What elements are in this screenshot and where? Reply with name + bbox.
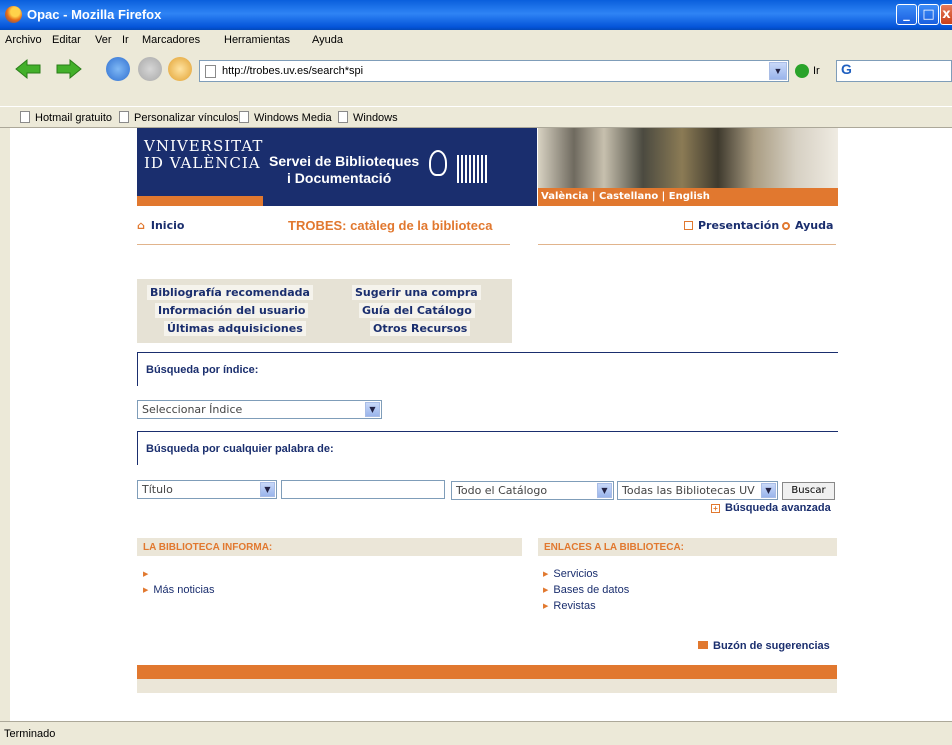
page-icon xyxy=(20,111,30,123)
google-icon: G xyxy=(841,61,852,77)
catalog-select[interactable]: Todo el Catálogo ▼ xyxy=(451,481,614,500)
bullet-icon: ▶ xyxy=(143,571,149,578)
page-icon xyxy=(119,111,129,123)
uv-logo[interactable]: VNIVERSITAT ID VALÈNCIA xyxy=(137,128,263,206)
servicios-link[interactable]: ▶ Servicios xyxy=(543,568,598,580)
presentacion-link[interactable]: Presentación xyxy=(684,219,779,232)
bookmark-windows[interactable]: Windows xyxy=(338,111,398,124)
help-icon xyxy=(782,222,790,230)
firefox-icon xyxy=(5,6,22,23)
status-text: Terminado xyxy=(4,728,56,740)
window-title: Opac - Mozilla Firefox xyxy=(27,7,162,22)
bullet-icon: ▶ xyxy=(543,571,549,578)
guia-link[interactable]: Guía del Catálogo xyxy=(359,303,475,318)
divider xyxy=(538,244,836,245)
page-content: VNIVERSITAT ID VALÈNCIA Servei de Biblio… xyxy=(10,128,952,721)
news-heading: LA BIBLIOTECA INFORMA: xyxy=(137,538,522,556)
forward-button[interactable] xyxy=(55,57,82,81)
maximize-button[interactable]: □ xyxy=(918,4,939,25)
go-button[interactable]: Ir xyxy=(795,64,820,78)
minimize-button[interactable]: _ xyxy=(896,4,917,25)
ultimas-link[interactable]: Últimas adquisiciones xyxy=(164,321,306,336)
news-item: ▶ xyxy=(143,568,153,580)
bookmark-windows-media[interactable]: Windows Media xyxy=(239,111,332,124)
buscar-button[interactable]: Buscar xyxy=(782,482,835,500)
index-select[interactable]: Seleccionar Índice ▼ xyxy=(137,400,382,419)
menu-bar: Archivo Editar Ver Ir Marcadores Herrami… xyxy=(0,30,952,50)
ayuda-link[interactable]: Ayuda xyxy=(782,219,833,232)
address-bar[interactable]: http://trobes.uv.es/search*spi ▼ xyxy=(199,60,789,82)
status-bar: Terminado xyxy=(0,721,952,745)
search-input[interactable]: G xyxy=(836,60,952,82)
header-photo xyxy=(538,128,838,188)
close-button[interactable]: x xyxy=(940,4,952,25)
otros-recursos-link[interactable]: Otros Recursos xyxy=(370,321,471,336)
page-icon xyxy=(205,65,216,78)
sugerir-link[interactable]: Sugerir una compra xyxy=(352,285,481,300)
search-term-input[interactable] xyxy=(281,480,445,499)
advanced-search-link[interactable]: + Búsqueda avanzada xyxy=(711,502,831,514)
menu-archivo[interactable]: Archivo xyxy=(5,34,42,46)
logo-accent-bar xyxy=(137,196,263,206)
language-selector[interactable]: València | Castellano | English xyxy=(538,188,838,206)
revistas-link[interactable]: ▶ Revistas xyxy=(543,600,596,612)
page-title: TROBES: catàleg de la biblioteca xyxy=(288,218,493,233)
more-news-link[interactable]: ▶ Más noticias xyxy=(143,584,215,596)
chevron-down-icon: ▼ xyxy=(260,482,275,497)
library-select[interactable]: Todas las Bibliotecas UV ▼ xyxy=(617,481,778,500)
bookmarks-toolbar: Hotmail gratuito Personalizar vínculos W… xyxy=(0,106,952,128)
sbd-logo[interactable]: Servei de Biblioteques i Documentació xyxy=(263,128,537,206)
bullet-icon: ▶ xyxy=(543,587,549,594)
envelope-icon xyxy=(698,641,708,649)
info-usuario-link[interactable]: Información del usuario xyxy=(155,303,309,318)
inicio-link[interactable]: ⌂ Inicio xyxy=(137,219,184,232)
window-titlebar: Opac - Mozilla Firefox _ □ x xyxy=(0,0,952,30)
chevron-down-icon: ▼ xyxy=(365,402,380,417)
plus-icon: + xyxy=(711,504,720,513)
menu-marcadores[interactable]: Marcadores xyxy=(142,34,200,46)
back-button[interactable] xyxy=(14,57,41,81)
links-heading: ENLACES A LA BIBLIOTECA: xyxy=(538,538,837,556)
home-icon: ⌂ xyxy=(137,219,145,232)
page-icon xyxy=(338,111,348,123)
buzon-link[interactable]: Buzón de sugerencias xyxy=(698,640,830,652)
field-select[interactable]: Título ▼ xyxy=(137,480,277,499)
go-icon xyxy=(795,64,809,78)
menu-ayuda[interactable]: Ayuda xyxy=(312,34,343,46)
menu-ver[interactable]: Ver xyxy=(95,34,112,46)
bookmark-personalizar[interactable]: Personalizar vínculos xyxy=(119,111,239,124)
document-icon xyxy=(684,221,693,230)
chevron-down-icon: ▼ xyxy=(761,483,776,498)
bibliografia-link[interactable]: Bibliografía recomendada xyxy=(147,285,313,300)
bullet-icon: ▶ xyxy=(143,587,149,594)
word-search-label: Búsqueda por cualquier palabra de: xyxy=(146,443,334,455)
index-search-label: Búsqueda por índice: xyxy=(146,364,259,376)
lightbulb-icon xyxy=(429,150,447,176)
stop-button[interactable] xyxy=(138,57,162,81)
chevron-down-icon: ▼ xyxy=(597,483,612,498)
bookmark-hotmail[interactable]: Hotmail gratuito xyxy=(20,111,112,124)
bullet-icon: ▶ xyxy=(543,603,549,610)
reload-button[interactable] xyxy=(106,57,130,81)
url-text: http://trobes.uv.es/search*spi xyxy=(222,65,364,77)
chevron-down-icon[interactable]: ▼ xyxy=(769,62,787,80)
home-button[interactable] xyxy=(168,57,192,81)
footer-bar xyxy=(137,679,837,693)
menu-herramientas[interactable]: Herramientas xyxy=(224,34,290,46)
barcode-icon xyxy=(457,155,489,183)
menu-ir[interactable]: Ir xyxy=(122,34,129,46)
page-icon xyxy=(239,111,249,123)
index-search-section: Búsqueda por índice: xyxy=(137,352,838,386)
footer-bar xyxy=(137,665,837,679)
menu-editar[interactable]: Editar xyxy=(52,34,81,46)
divider xyxy=(137,244,510,245)
quick-links: Bibliografía recomendada Sugerir una com… xyxy=(137,279,512,343)
bases-datos-link[interactable]: ▶ Bases de datos xyxy=(543,584,629,596)
word-search-section: Búsqueda por cualquier palabra de: xyxy=(137,431,838,465)
